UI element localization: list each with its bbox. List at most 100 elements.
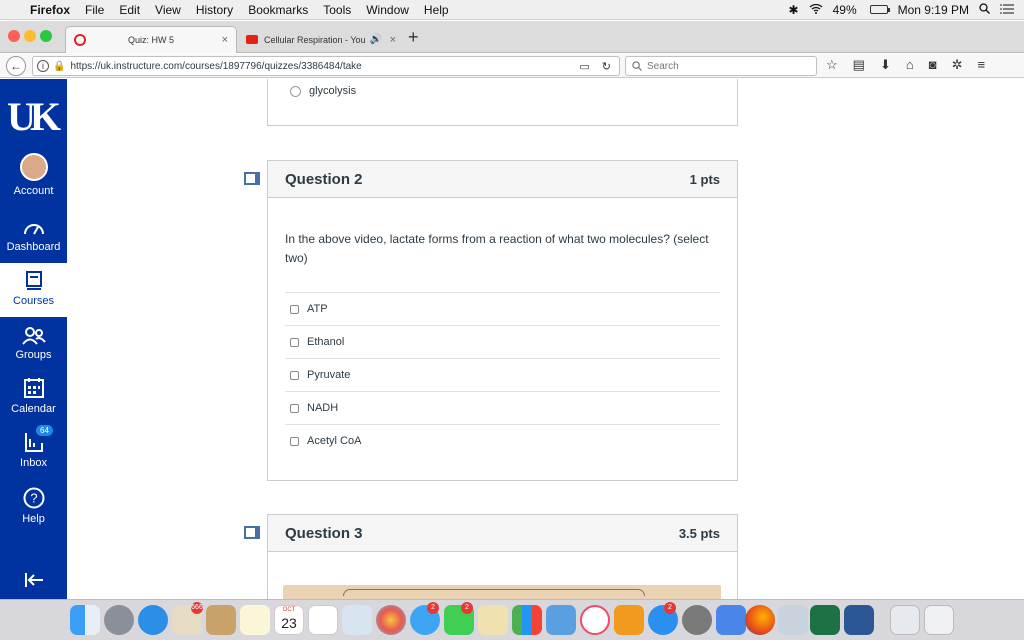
close-window-button[interactable]	[8, 30, 20, 42]
preview-icon[interactable]	[342, 605, 372, 635]
word-icon[interactable]	[844, 605, 874, 635]
url-text[interactable]: https://uk.instructure.com/courses/18977…	[70, 61, 361, 72]
notification-center-icon[interactable]	[1000, 3, 1014, 17]
notes-icon[interactable]	[240, 605, 270, 635]
answer-option[interactable]: NADH	[285, 391, 720, 424]
keynote-icon[interactable]	[546, 605, 576, 635]
menu-file[interactable]: File	[85, 3, 104, 17]
answer-option[interactable]: Acetyl CoA	[285, 424, 720, 457]
radio-button[interactable]	[290, 85, 301, 97]
numbers-icon[interactable]	[512, 605, 542, 635]
answer-option[interactable]: Ethanol	[285, 325, 720, 358]
checkbox[interactable]	[290, 403, 299, 413]
mission-control-icon[interactable]	[716, 605, 746, 635]
reload-icon[interactable]: ↻	[602, 60, 611, 73]
checkbox[interactable]	[290, 337, 299, 347]
pages-icon[interactable]	[478, 605, 508, 635]
embedded-video-preview[interactable]	[283, 585, 721, 599]
tab-close-icon[interactable]: ×	[390, 34, 396, 46]
reader-view-icon[interactable]: ▭	[579, 60, 589, 73]
reminders-icon[interactable]	[308, 605, 338, 635]
image-capture-icon[interactable]	[778, 605, 808, 635]
nav-dashboard[interactable]: Dashboard	[0, 219, 67, 253]
tab-quiz[interactable]: Quiz: HW 5 ×	[65, 26, 237, 53]
audio-playing-icon[interactable]: 🔊	[370, 34, 382, 45]
hamburger-menu-icon[interactable]: ≡	[977, 57, 985, 73]
uk-logo[interactable]: UK	[7, 95, 61, 139]
answer-option[interactable]: Pyruvate	[285, 358, 720, 391]
battery-icon[interactable]	[869, 5, 890, 14]
answer-label: NADH	[307, 402, 339, 414]
answer-option[interactable]: ATP	[285, 292, 720, 325]
checkbox[interactable]	[290, 436, 299, 446]
menu-help[interactable]: Help	[424, 3, 449, 17]
clock[interactable]: Mon 9:19 PM	[898, 3, 969, 17]
menu-app-firefox[interactable]: Firefox	[30, 3, 70, 17]
flag-question-icon[interactable]	[244, 172, 260, 185]
url-actions: ▭ ↻	[579, 60, 619, 73]
ibooks-icon[interactable]	[614, 605, 644, 635]
firefox-icon[interactable]	[745, 605, 775, 635]
nav-help[interactable]: ? Help	[0, 487, 67, 525]
tab-youtube[interactable]: Cellular Respiration - You 🔊 ×	[238, 26, 404, 53]
zoom-window-button[interactable]	[40, 30, 52, 42]
lock-icon[interactable]: 🔒	[53, 61, 65, 72]
menu-window[interactable]: Window	[366, 3, 409, 17]
home-icon[interactable]: ⌂	[906, 57, 914, 73]
nav-groups[interactable]: Groups	[0, 327, 67, 361]
excel-icon[interactable]	[810, 605, 840, 635]
question-title: Question 3	[285, 524, 363, 542]
nav-calendar[interactable]: Calendar	[0, 377, 67, 415]
pocket-icon[interactable]: ◙	[929, 57, 937, 73]
download-icon[interactable]: ⬇	[880, 57, 891, 73]
menu-bookmarks[interactable]: Bookmarks	[248, 3, 308, 17]
tab-strip: Quiz: HW 5 × Cellular Respiration - You …	[0, 21, 1024, 53]
checkbox[interactable]	[290, 370, 299, 380]
url-bar[interactable]: i 🔒 https://uk.instructure.com/courses/1…	[32, 56, 620, 76]
menu-view[interactable]: View	[155, 3, 181, 17]
answer-label: Ethanol	[307, 336, 345, 348]
search-icon	[632, 61, 642, 71]
contacts-icon[interactable]	[206, 605, 236, 635]
answer-label: glycolysis	[309, 85, 357, 97]
finder-icon[interactable]	[70, 605, 100, 635]
minimize-window-button[interactable]	[24, 30, 36, 42]
tab-title: Quiz: HW 5	[128, 35, 175, 45]
new-tab-icon[interactable]: +	[408, 27, 419, 48]
nav-courses[interactable]: Courses	[0, 263, 67, 317]
menu-tools[interactable]: Tools	[323, 3, 351, 17]
wifi-icon[interactable]	[809, 3, 823, 17]
search-field[interactable]: Search	[625, 56, 817, 76]
svg-text:?: ?	[30, 491, 37, 506]
downloads-stack-icon[interactable]	[890, 605, 920, 635]
global-nav: UK Account Dashboard Courses Groups Cale…	[0, 79, 67, 599]
nav-inbox[interactable]: 64 Inbox	[0, 425, 67, 469]
itunes-icon[interactable]	[580, 605, 610, 635]
info-icon[interactable]: i	[37, 60, 49, 72]
flag-question-icon[interactable]	[244, 526, 260, 539]
launchpad-icon[interactable]	[104, 605, 134, 635]
bookmarks-menu-icon[interactable]: ▤	[853, 57, 865, 73]
answer-option[interactable]: glycolysis	[285, 79, 720, 105]
answer-label: Acetyl CoA	[307, 435, 362, 447]
bluetooth-icon[interactable]: ✱	[789, 3, 799, 17]
system-preferences-icon[interactable]	[682, 605, 712, 635]
calendar-app-icon[interactable]: OCT 23	[274, 605, 304, 635]
menu-history[interactable]: History	[196, 3, 233, 17]
menu-edit[interactable]: Edit	[119, 3, 140, 17]
extension-icon[interactable]: ✲	[952, 57, 963, 73]
quiz-content: glycolysis Question 2 1 pts In the above…	[67, 79, 1024, 599]
collapse-nav-button[interactable]	[0, 573, 67, 591]
answer-label: Pyruvate	[307, 369, 351, 381]
nav-label: Help	[22, 513, 45, 525]
safari-icon[interactable]	[138, 605, 168, 635]
checkbox[interactable]	[290, 304, 299, 314]
photos-icon[interactable]	[376, 605, 406, 635]
bookmark-star-icon[interactable]: ☆	[826, 57, 838, 73]
spotlight-icon[interactable]	[979, 2, 990, 17]
nav-account[interactable]: Account	[0, 153, 67, 197]
navigation-bar: ← i 🔒 https://uk.instructure.com/courses…	[0, 54, 1024, 78]
back-arrow-icon[interactable]: ←	[6, 56, 26, 76]
trash-icon[interactable]	[924, 605, 954, 635]
tab-close-icon[interactable]: ×	[222, 34, 228, 46]
